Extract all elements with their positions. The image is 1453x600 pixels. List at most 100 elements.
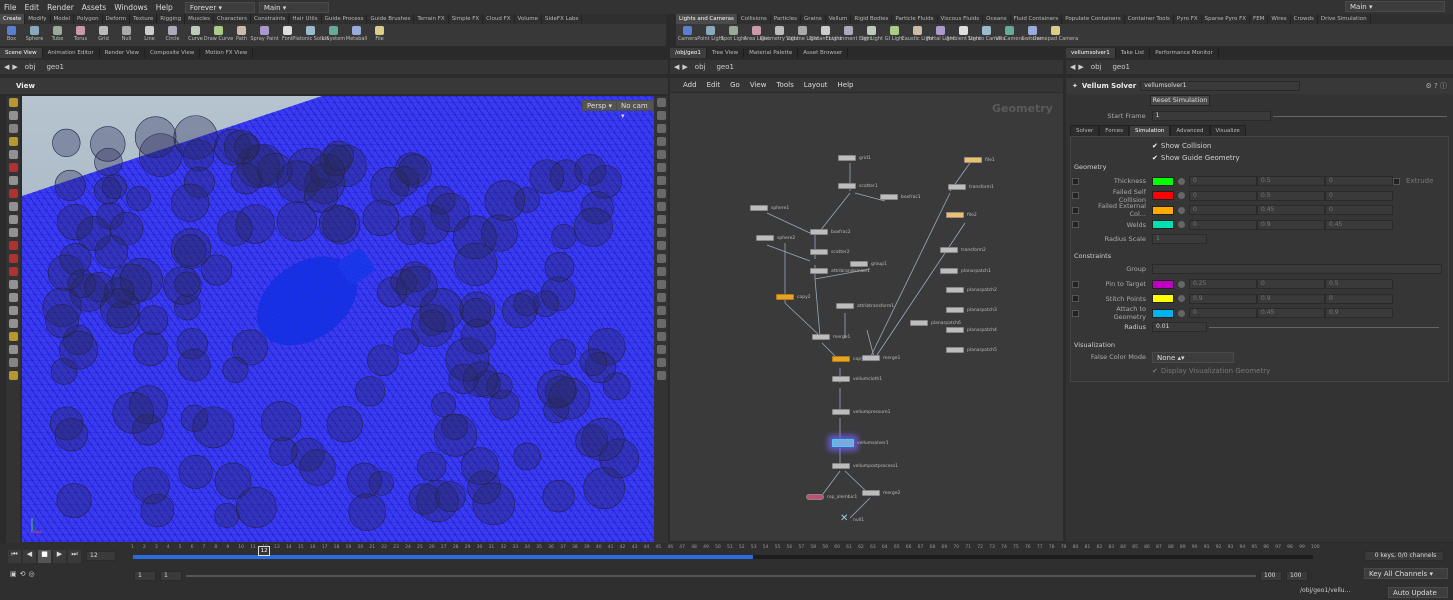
tab-performance-monitor[interactable]: Performance Monitor: [1150, 48, 1219, 58]
node-vellumsolver1[interactable]: vellumsolver1: [832, 439, 889, 447]
range-slider[interactable]: [186, 575, 1256, 577]
node-transform1[interactable]: transform1: [948, 184, 994, 190]
node-body[interactable]: [832, 376, 850, 382]
node-body[interactable]: [832, 409, 850, 415]
shelf-tab-lights-and-cameras[interactable]: Lights and Cameras: [676, 14, 738, 24]
node-sphere1[interactable]: sphere1: [750, 205, 789, 211]
color-picker-icon[interactable]: [1178, 309, 1185, 317]
display-option-icon[interactable]: [656, 150, 666, 159]
network-menu-go[interactable]: Go: [725, 81, 745, 89]
shelf-tab-fem[interactable]: FEM: [1250, 14, 1269, 24]
viewer-tool-icon[interactable]: [8, 319, 18, 328]
node-scatter1[interactable]: scatter1: [838, 183, 878, 189]
tool-gi-light[interactable]: GI Light: [883, 24, 906, 46]
forward-icon[interactable]: ▶: [12, 63, 17, 71]
display-option-icon[interactable]: [656, 254, 666, 263]
node-file1[interactable]: file1: [964, 157, 995, 163]
path-geo1[interactable]: geo1: [1108, 63, 1134, 71]
display-option-icon[interactable]: [656, 345, 666, 354]
node-body[interactable]: [946, 212, 964, 218]
pin-to-target-v1[interactable]: 0.25: [1189, 279, 1257, 289]
tool-environment-light[interactable]: Environment Light: [826, 24, 872, 46]
pin-to-target-v3[interactable]: 0.5: [1325, 279, 1393, 289]
node-merge1[interactable]: merge1: [862, 355, 900, 361]
node-name-field[interactable]: vellumsolver1: [1140, 81, 1301, 91]
shelf-tab-particles[interactable]: Particles: [771, 14, 801, 24]
menu-file[interactable]: File: [0, 3, 21, 12]
stitch-points-v2[interactable]: 0.9: [1257, 293, 1325, 304]
enable-checkbox[interactable]: [1072, 280, 1079, 288]
tool-caustic-light[interactable]: Caustic Light: [901, 24, 934, 46]
loop-icon[interactable]: ⟲: [20, 570, 26, 578]
shelf-tab-rigid-bodies[interactable]: Rigid Bodies: [851, 14, 893, 24]
node-merge1[interactable]: merge1: [812, 334, 850, 340]
range-start-field[interactable]: 1: [134, 571, 156, 581]
tab-animation-editor[interactable]: Animation Editor: [43, 48, 100, 58]
node-body[interactable]: [810, 229, 828, 235]
node-attribtransform1[interactable]: attribtransform1: [836, 303, 894, 309]
tool-curve[interactable]: Curve: [184, 24, 207, 46]
stop-icon[interactable]: ■: [38, 550, 51, 563]
node-body[interactable]: [810, 268, 828, 274]
shelf-tab-particle-fluids[interactable]: Particle Fluids: [892, 14, 938, 24]
viewer-tool-icon[interactable]: [8, 371, 18, 380]
viewer-tool-icon[interactable]: [8, 306, 18, 315]
node-rop-alembic1[interactable]: rop_alembic1: [806, 494, 857, 500]
enable-checkbox[interactable]: [1072, 206, 1079, 214]
node-body[interactable]: [862, 355, 880, 361]
color-picker-icon[interactable]: [1178, 280, 1185, 288]
audio-icon[interactable]: ◎: [29, 570, 35, 578]
extrude-checkbox[interactable]: [1393, 177, 1400, 185]
network-editor[interactable]: Geometry grid1 scatter1 boxfrac1 sphere1 box…: [670, 93, 1063, 541]
node-body[interactable]: [810, 249, 828, 255]
tool-grid[interactable]: Grid: [92, 24, 115, 46]
start-frame-field[interactable]: 1: [1151, 111, 1271, 121]
viewer-tool-icon[interactable]: [8, 280, 18, 289]
viewer-tool-icon[interactable]: [8, 267, 18, 276]
shelf-tab-terrain-fx[interactable]: Terrain FX: [414, 14, 449, 24]
tool-camera[interactable]: Camera: [676, 24, 699, 46]
node-body[interactable]: [862, 490, 880, 496]
node-vellumcloth1[interactable]: vellumcloth1: [832, 376, 882, 382]
tool-circle[interactable]: Circle: [161, 24, 184, 46]
attach-to-geometry-color-swatch[interactable]: [1152, 308, 1174, 318]
shelf-tab-crowds[interactable]: Crowds: [1291, 14, 1318, 24]
viewport-3d[interactable]: Persp ▾ No cam ▾: [22, 96, 654, 542]
enable-checkbox[interactable]: [1072, 309, 1079, 317]
failed-self-collision-v2[interactable]: 0.5: [1257, 190, 1325, 201]
failed-external-col-v1[interactable]: 0: [1189, 205, 1257, 215]
tool-vr-camera[interactable]: VR Camera: [995, 24, 1024, 46]
shelf-tab-texture[interactable]: Texture: [130, 14, 158, 24]
node-body[interactable]: [832, 463, 850, 469]
tool-volume-light[interactable]: Volume Light: [786, 24, 819, 46]
tool-distant-light[interactable]: Distant Light: [809, 24, 842, 46]
thickness-v2[interactable]: 0.5: [1257, 176, 1325, 186]
key-all-channels-dropdown[interactable]: Key All Channels ▾: [1364, 568, 1448, 579]
viewer-tool-icon[interactable]: [8, 202, 18, 211]
shelf-tab-characters[interactable]: Characters: [214, 14, 252, 24]
shelf-tab-populate-containers[interactable]: Populate Containers: [1062, 14, 1125, 24]
shelf-tab-simple-fx[interactable]: Simple FX: [449, 14, 484, 24]
viewer-tool-icon[interactable]: [8, 358, 18, 367]
welds-v3[interactable]: 0.45: [1325, 219, 1393, 230]
play-end-field[interactable]: 100: [1260, 571, 1282, 581]
play-start-field[interactable]: 1: [160, 571, 182, 581]
network-menu-layout[interactable]: Layout: [799, 81, 833, 89]
node-body[interactable]: [940, 247, 958, 253]
menu-assets[interactable]: Assets: [78, 3, 110, 12]
path-obj[interactable]: obj: [21, 63, 40, 71]
node-body[interactable]: [838, 155, 856, 161]
menu-render[interactable]: Render: [43, 3, 78, 12]
network-menu-edit[interactable]: Edit: [702, 81, 726, 89]
back-icon[interactable]: ◀: [674, 63, 679, 71]
range-end-field[interactable]: 100: [1286, 571, 1308, 581]
tool-line[interactable]: Line: [138, 24, 161, 46]
node-body[interactable]: [940, 268, 958, 274]
gear-icon[interactable]: ⚙ ? ⓘ: [1426, 81, 1453, 91]
path-obj[interactable]: obj: [691, 63, 710, 71]
timeline-track[interactable]: [133, 555, 1313, 559]
node-body[interactable]: [812, 334, 830, 340]
tool-l-system[interactable]: L-System: [322, 24, 345, 46]
color-picker-icon[interactable]: [1178, 221, 1185, 228]
tab-obj-geo1[interactable]: /obj/geo1: [670, 48, 707, 58]
